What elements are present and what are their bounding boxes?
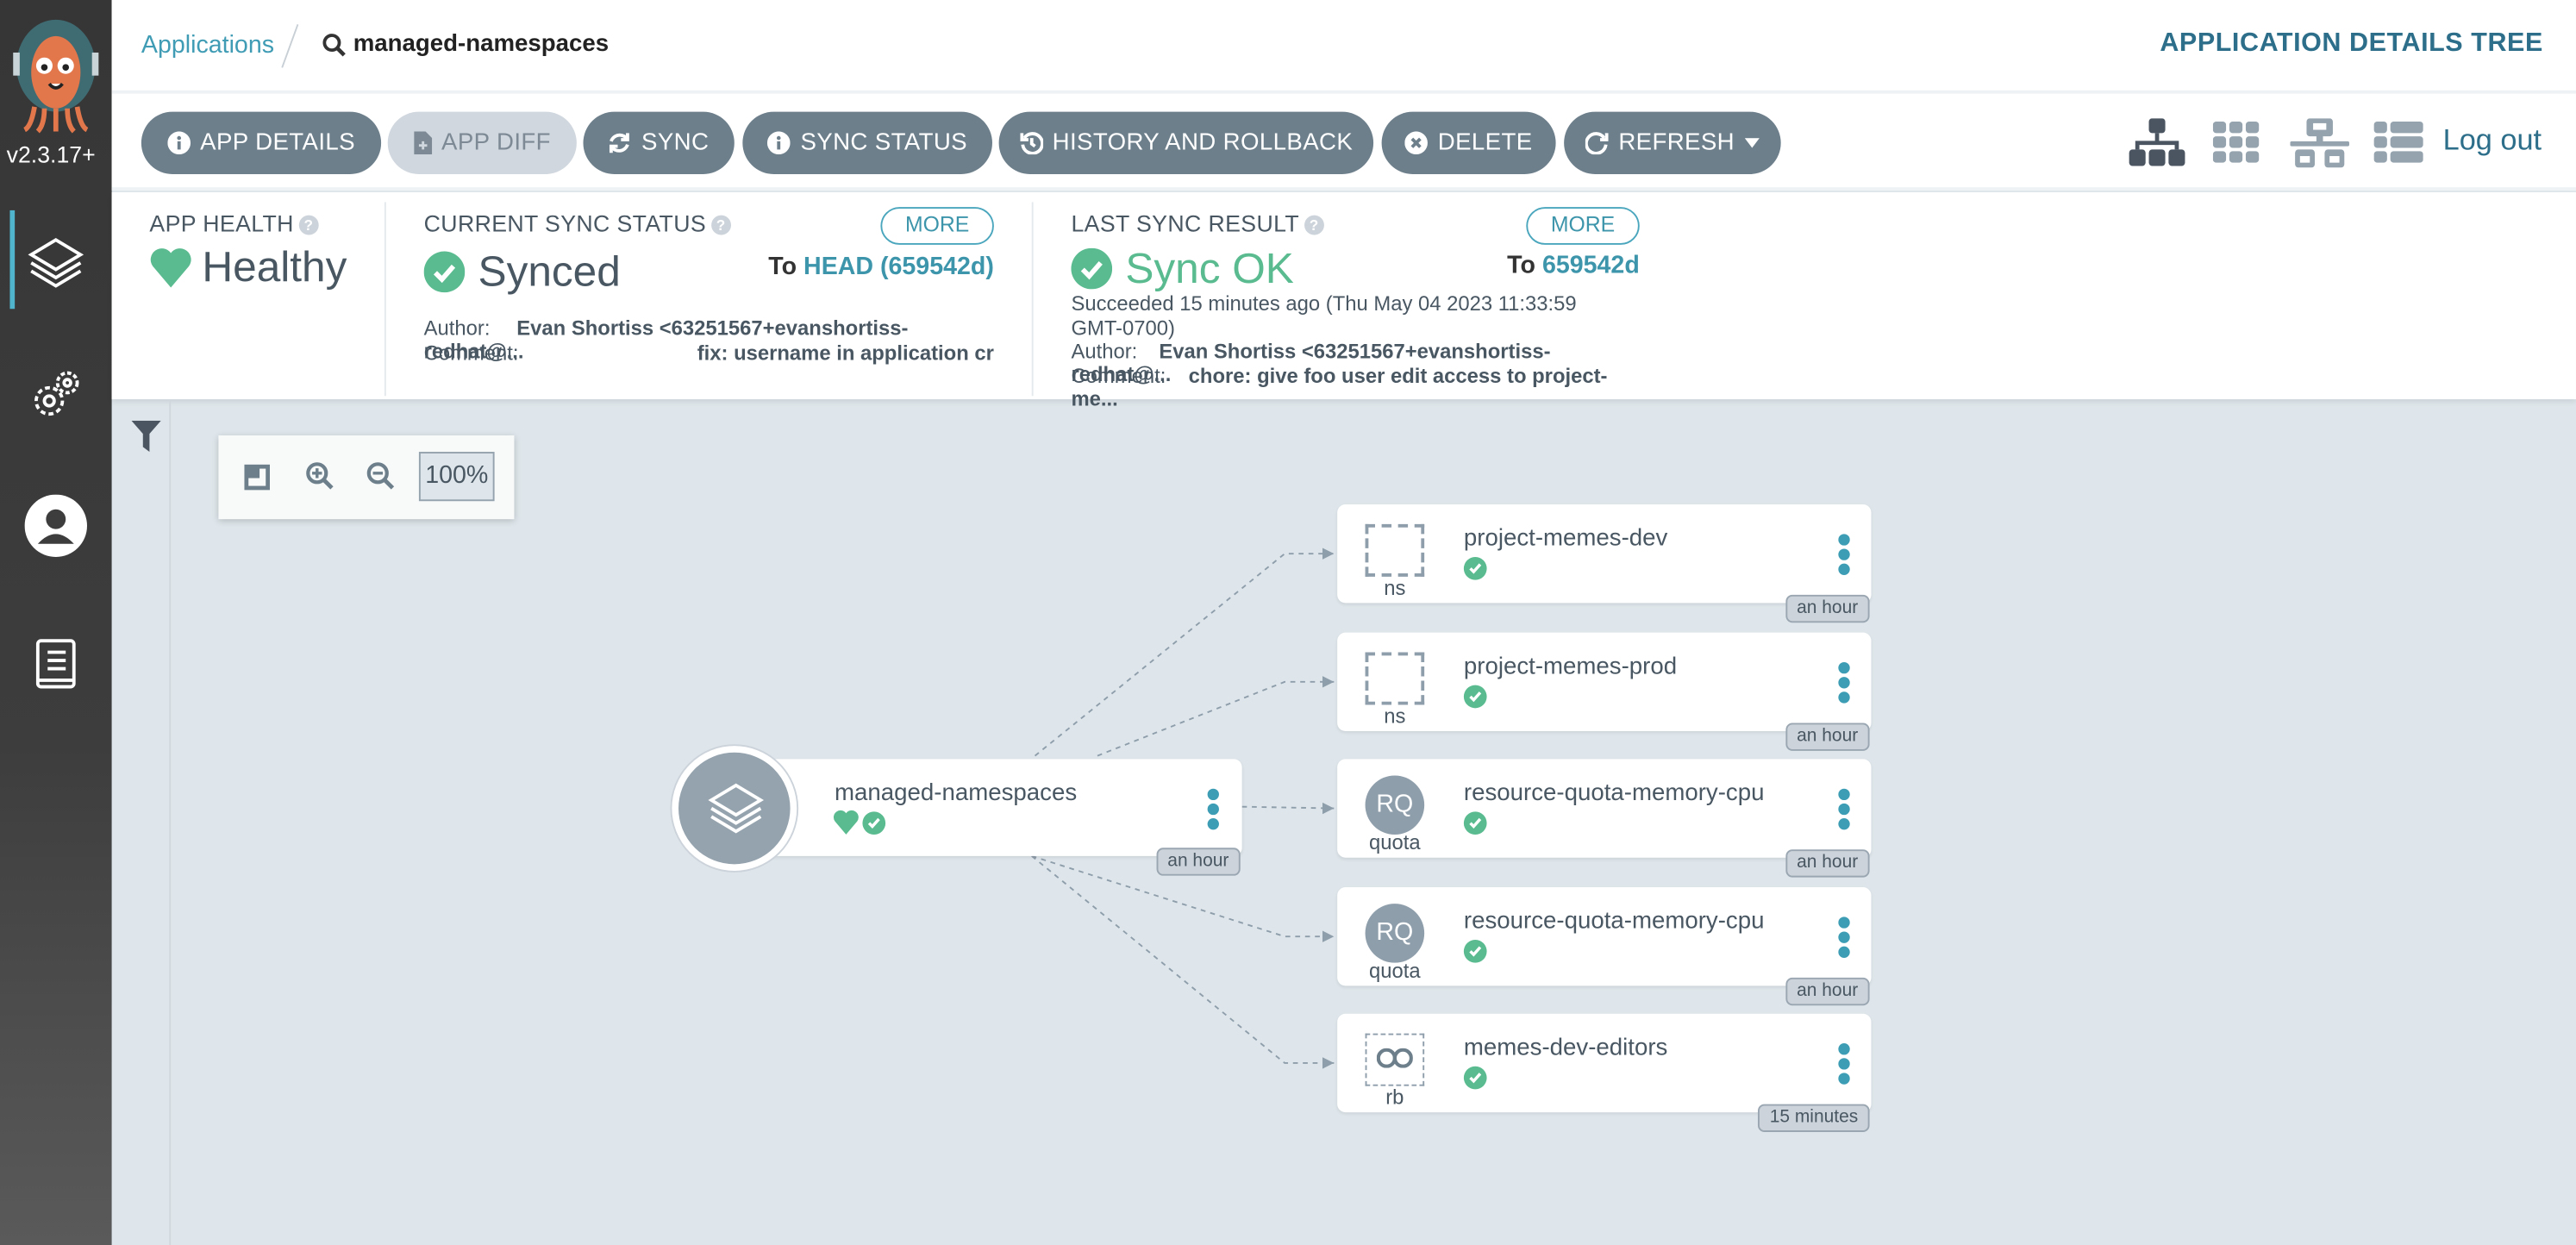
edge-arrow — [1322, 547, 1335, 560]
synced-check-icon — [1463, 940, 1487, 963]
heart-icon — [833, 810, 859, 835]
node-name: project-memes-prod — [1463, 654, 1678, 680]
resource-quota-icon: RQ — [1365, 775, 1425, 835]
age-badge: an hour — [1155, 848, 1241, 876]
resource-quota-icon: RQ — [1365, 904, 1425, 963]
graph-edges — [1031, 547, 1335, 1069]
namespace-icon — [1365, 652, 1425, 705]
graph-edge — [1241, 805, 1335, 810]
resource-node[interactable]: ns project-memes-prod an hour — [1337, 632, 1872, 751]
node-menu-icon[interactable] — [1838, 1043, 1851, 1087]
graph-edge — [1034, 553, 1335, 757]
age-badge: an hour — [1785, 594, 1870, 623]
synced-check-icon — [1463, 1066, 1487, 1090]
node-menu-icon[interactable] — [1838, 661, 1851, 706]
edge-arrow — [1322, 1057, 1335, 1069]
node-kind: quota — [1369, 831, 1421, 854]
resource-node[interactable]: RQ quota resource-quota-memory-cpu an hour — [1337, 759, 1872, 878]
node-menu-icon[interactable] — [1207, 788, 1221, 833]
synced-check-icon — [862, 811, 886, 835]
rolebinding-icon — [1365, 1033, 1425, 1086]
age-badge: an hour — [1785, 977, 1870, 1006]
node-kind: ns — [1384, 704, 1406, 729]
node-kind: ns — [1384, 576, 1406, 600]
node-name: memes-dev-editors — [1463, 1035, 1668, 1062]
age-badge: 15 minutes — [1758, 1104, 1870, 1132]
node-kind: quota — [1369, 959, 1421, 983]
resource-node[interactable]: ns project-memes-dev an hour — [1337, 504, 1872, 623]
edge-arrow — [1322, 676, 1335, 688]
resource-node[interactable]: RQ quota resource-quota-memory-cpu an hour — [1337, 887, 1872, 1006]
age-badge: an hour — [1785, 849, 1870, 878]
graph-edge — [1031, 855, 1335, 1064]
node-menu-icon[interactable] — [1838, 534, 1851, 578]
synced-check-icon — [1463, 685, 1487, 709]
age-badge: an hour — [1785, 723, 1870, 751]
node-name: resource-quota-memory-cpu — [1463, 908, 1765, 935]
layers-icon — [708, 783, 764, 834]
graph-edge — [1097, 680, 1335, 757]
node-name: resource-quota-memory-cpu — [1463, 780, 1765, 807]
node-menu-icon[interactable] — [1838, 788, 1851, 833]
resource-node[interactable]: rb memes-dev-editors 15 minutes — [1337, 1013, 1872, 1132]
node-name: project-memes-dev — [1463, 525, 1668, 553]
node-name: managed-namespaces — [835, 780, 1078, 807]
edge-arrow — [1322, 802, 1335, 815]
app-icon — [672, 746, 797, 871]
node-menu-icon[interactable] — [1838, 917, 1851, 960]
node-kind: rb — [1385, 1085, 1404, 1110]
edge-arrow — [1322, 930, 1335, 942]
synced-check-icon — [1463, 556, 1487, 580]
namespace-icon — [1365, 523, 1425, 577]
synced-check-icon — [1463, 811, 1487, 835]
